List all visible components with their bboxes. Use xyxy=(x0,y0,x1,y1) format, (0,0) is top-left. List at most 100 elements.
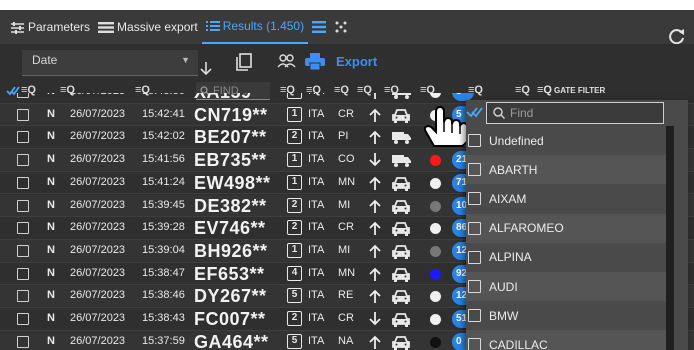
brand-option[interactable]: ALFAROMEO xyxy=(466,213,666,243)
check-all-icon[interactable] xyxy=(466,106,484,118)
row-time: 15:39:45 xyxy=(142,198,185,211)
row-time: 15:39:28 xyxy=(142,221,185,234)
row-plate[interactable]: EW498** xyxy=(194,173,271,194)
row-country: ITA xyxy=(308,107,325,120)
color-dot xyxy=(430,314,441,325)
print-icon[interactable] xyxy=(305,53,325,71)
row-plate[interactable]: DE382** xyxy=(194,196,267,217)
brand-option[interactable]: BMW xyxy=(466,301,666,330)
tab-list-view[interactable] xyxy=(308,10,330,44)
row-plate[interactable]: BE207** xyxy=(194,127,267,148)
hamburger-icon xyxy=(312,21,327,33)
option-checkbox[interactable] xyxy=(468,309,481,323)
row-plate[interactable]: EB735** xyxy=(194,150,267,171)
brand-option[interactable]: CADILLAC xyxy=(466,330,666,350)
brand-option[interactable]: AIXAM xyxy=(466,184,666,213)
option-checkbox[interactable] xyxy=(468,163,481,177)
row-province: NA xyxy=(338,334,354,347)
row-time: 15:37:59 xyxy=(142,334,185,347)
export-button[interactable]: Export xyxy=(336,54,377,69)
row-checkbox[interactable] xyxy=(17,290,29,303)
row-checkbox[interactable] xyxy=(17,131,29,144)
brand-find-input[interactable]: Find xyxy=(486,102,664,124)
row-checkbox[interactable] xyxy=(17,313,29,325)
brand-option[interactable]: ALPINA xyxy=(466,243,666,272)
row-lane: 2 xyxy=(287,197,302,213)
row-checkbox[interactable] xyxy=(17,199,29,212)
arrow-up-icon xyxy=(369,93,381,102)
option-checkbox[interactable] xyxy=(468,134,481,147)
row-plate[interactable]: CN719** xyxy=(194,105,268,126)
truck-icon xyxy=(392,154,412,170)
row-plate[interactable]: FC007** xyxy=(194,309,266,330)
row-province: CO xyxy=(338,153,355,166)
row-checkbox[interactable] xyxy=(17,267,29,280)
row-date: 26/07/2023 xyxy=(70,334,126,347)
option-checkbox[interactable] xyxy=(468,280,481,293)
row-time: 15:42:02 xyxy=(142,130,185,143)
row-time: 15:38:47 xyxy=(142,266,185,279)
color-dot xyxy=(430,155,441,167)
row-date: 26/07/2023 xyxy=(70,289,126,302)
row-date: 26/07/2023 xyxy=(70,266,126,279)
arrow-up-icon xyxy=(369,108,381,125)
row-plate[interactable]: EF653** xyxy=(194,264,265,285)
option-checkbox[interactable] xyxy=(468,221,481,235)
row-country: ITA xyxy=(308,243,325,256)
truck-icon xyxy=(392,93,412,102)
row-plate[interactable]: EV746** xyxy=(194,218,266,239)
row-checkbox[interactable] xyxy=(17,154,29,167)
tab-results[interactable]: Results (1.450) xyxy=(201,10,309,44)
row-checkbox[interactable] xyxy=(17,244,29,257)
row-checkbox[interactable] xyxy=(17,335,29,348)
brand-option[interactable]: AUDI xyxy=(466,272,666,301)
option-label: ABARTH xyxy=(489,162,538,177)
row-date: 26/07/2023 xyxy=(70,175,126,188)
row-lane: 2 xyxy=(287,311,302,326)
row-n: N xyxy=(47,221,55,234)
brand-option[interactable]: ABARTH xyxy=(466,155,666,185)
option-checkbox[interactable] xyxy=(468,338,481,350)
option-label: ALFAROMEO xyxy=(489,221,564,236)
option-label: BMW xyxy=(489,308,519,323)
row-checkbox[interactable] xyxy=(17,108,29,121)
row-n: N xyxy=(47,130,55,143)
tab-grid-view[interactable] xyxy=(330,10,352,44)
tab-massive-export[interactable]: Massive export xyxy=(94,10,202,44)
scrollbar[interactable] xyxy=(666,126,674,350)
tab-label: Massive export xyxy=(117,20,198,34)
copy-icon[interactable] xyxy=(236,53,252,71)
row-time: 15:41:56 xyxy=(142,153,185,166)
row-province: MI xyxy=(338,243,351,256)
car-icon xyxy=(392,199,410,217)
row-country: ITA xyxy=(308,266,325,279)
sort-down-icon[interactable] xyxy=(200,62,212,76)
arrow-up-icon xyxy=(369,289,381,306)
row-checkbox[interactable] xyxy=(17,176,29,189)
users-icon[interactable] xyxy=(277,53,297,69)
color-dot xyxy=(430,336,441,348)
option-checkbox[interactable] xyxy=(468,250,481,264)
row-province: RE xyxy=(338,289,354,302)
option-label: CADILLAC xyxy=(489,337,548,350)
arrow-up-icon xyxy=(369,221,381,238)
row-plate[interactable]: XA159** xyxy=(194,93,267,103)
row-checkbox[interactable] xyxy=(17,222,29,235)
option-checkbox[interactable] xyxy=(468,192,481,206)
sort-field-select[interactable]: Date ▼ xyxy=(22,50,198,76)
row-n: N xyxy=(47,107,55,120)
row-checkbox[interactable] xyxy=(17,93,29,98)
row-plate[interactable]: BH926** xyxy=(194,241,268,262)
row-province: MN xyxy=(338,266,356,279)
brand-option[interactable]: Undefined xyxy=(466,126,666,155)
tab-parameters[interactable]: Parameters xyxy=(6,10,94,44)
row-plate[interactable]: DY267** xyxy=(194,286,267,307)
row-plate[interactable]: GA464** xyxy=(194,332,269,350)
sliders-icon xyxy=(11,21,24,34)
row-n: N xyxy=(47,289,55,302)
scrollbar-thumb[interactable] xyxy=(666,176,674,350)
color-dot xyxy=(430,245,441,257)
row-lane: 4 xyxy=(287,93,302,99)
row-province: CR xyxy=(338,107,354,120)
row-n: N xyxy=(47,198,55,211)
